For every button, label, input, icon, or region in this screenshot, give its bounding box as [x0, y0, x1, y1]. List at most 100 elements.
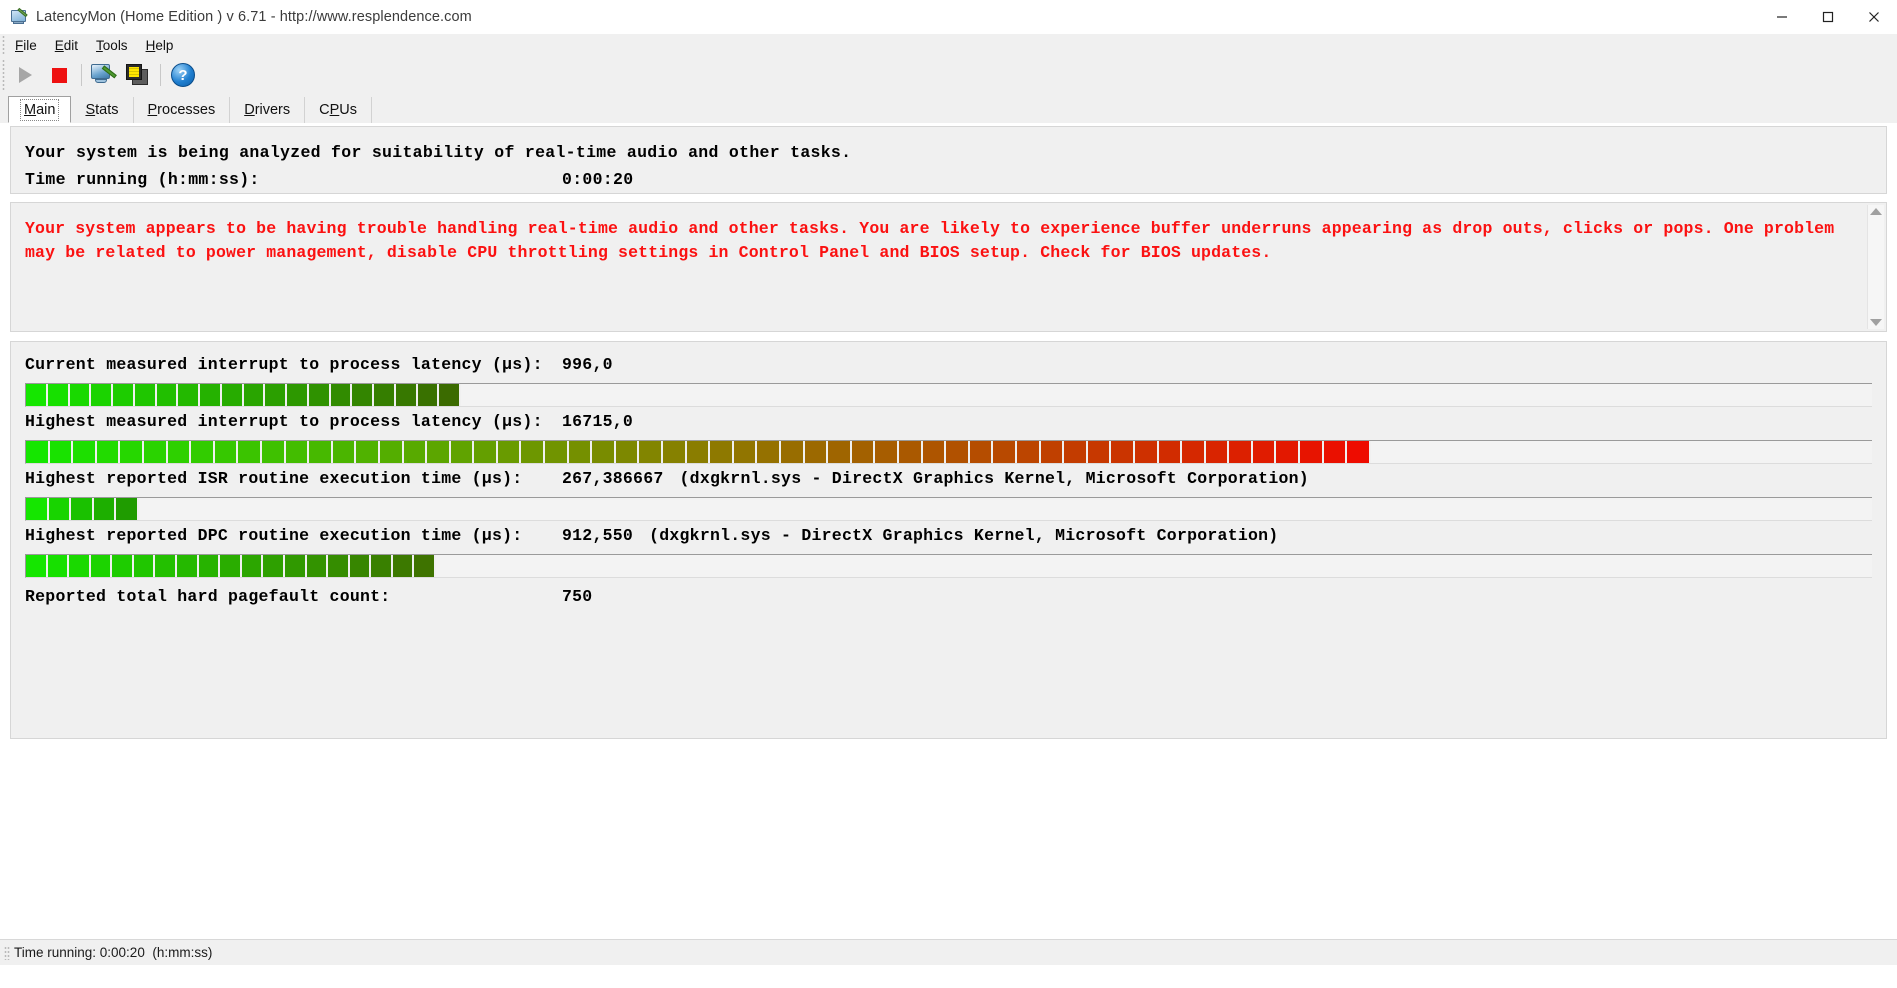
bar-segment	[1323, 441, 1348, 463]
bar-segment	[639, 441, 664, 463]
bar-segment	[332, 441, 357, 463]
window-title-bar: LatencyMon (Home Edition ) v 6.71 - http…	[0, 0, 1897, 34]
bar-segment	[710, 441, 734, 463]
tab-main[interactable]: Main	[8, 96, 72, 123]
menu-item-edit[interactable]: Edit	[46, 36, 87, 55]
bar-segment	[200, 384, 222, 406]
menu-item-file[interactable]: File	[6, 36, 46, 55]
help-button[interactable]: ?	[166, 59, 200, 91]
stop-button[interactable]	[42, 59, 76, 91]
analyze-monitor-icon	[91, 63, 117, 87]
bar-highest-latency	[25, 440, 1872, 464]
metric-highest-latency-value: 16715,0	[562, 412, 634, 431]
time-running-row: Time running (h:mm:ss): 0:00:20	[25, 166, 1872, 193]
bar-segment	[356, 441, 380, 463]
metrics-panel: Current measured interrupt to process la…	[10, 341, 1887, 739]
minimize-icon[interactable]	[1759, 0, 1805, 34]
menu-item-help[interactable]: Help	[137, 36, 183, 55]
bar-current-latency	[25, 383, 1872, 407]
bar-segment	[757, 441, 781, 463]
toolbar: ?	[0, 56, 1897, 94]
tab-main-rest: ain	[36, 101, 56, 118]
bar-segment	[91, 384, 113, 406]
bar-segment	[1040, 441, 1065, 463]
bar-segment	[592, 441, 616, 463]
warning-scrollbar[interactable]	[1867, 205, 1884, 329]
bar-segment	[898, 441, 923, 463]
bar-segment	[875, 441, 899, 463]
menu-bar: File Edit Tools Help	[0, 34, 1897, 56]
bar-current-latency-fill	[26, 384, 461, 406]
window-controls	[1759, 0, 1897, 34]
metric-pagefault-label: Reported total hard pagefault count:	[25, 587, 391, 606]
tab-cpus[interactable]: CPUs	[305, 97, 373, 123]
metric-highest-latency: Highest measured interrupt to process la…	[11, 409, 1886, 464]
bar-segment	[308, 384, 331, 406]
toolbar-separator	[81, 64, 82, 86]
bar-segment	[143, 441, 168, 463]
bar-segment	[946, 441, 970, 463]
tab-cpus-key: P	[329, 102, 340, 118]
stop-icon	[51, 67, 67, 83]
bar-segment	[265, 384, 287, 406]
bar-segment	[220, 555, 242, 577]
bar-segment	[47, 384, 70, 406]
start-button[interactable]	[8, 59, 42, 91]
tab-stats-rest: tats	[95, 102, 119, 118]
bar-segment	[198, 555, 221, 577]
bar-segment	[851, 441, 876, 463]
bar-highest-dpc-fill	[26, 555, 436, 577]
warning-panel: Your system appears to be having trouble…	[10, 202, 1887, 332]
metric-highest-dpc: Highest reported DPC routine execution t…	[11, 523, 1886, 578]
summary-panel: Your system is being analyzed for suitab…	[10, 126, 1887, 194]
latencymon-app-icon	[10, 7, 28, 26]
bar-segment	[26, 498, 49, 520]
bar-segment	[133, 555, 156, 577]
bar-highest-dpc	[25, 554, 1872, 578]
copy-button[interactable]	[121, 59, 155, 91]
bar-segment	[663, 441, 687, 463]
bar-segment	[427, 441, 451, 463]
menu-edit-rest: dit	[63, 37, 79, 53]
main-content: Your system is being analyzed for suitab…	[0, 126, 1897, 965]
bar-segment	[1252, 441, 1277, 463]
metric-highest-latency-label: Highest measured interrupt to process la…	[25, 412, 543, 431]
bar-segment	[134, 384, 157, 406]
bar-segment	[309, 441, 333, 463]
bar-segment	[395, 384, 418, 406]
bar-segment	[48, 498, 72, 520]
bar-segment	[1276, 441, 1301, 463]
menu-item-tools[interactable]: Tools	[87, 36, 137, 55]
bar-segment	[73, 441, 97, 463]
bar-segment	[733, 441, 758, 463]
close-icon[interactable]	[1851, 0, 1897, 34]
bar-segment	[113, 384, 135, 406]
help-question-icon: ?	[171, 63, 195, 87]
play-icon	[18, 67, 32, 83]
tab-processes-key: P	[147, 102, 158, 118]
status-grip-icon	[4, 945, 10, 960]
bar-segment	[243, 384, 266, 406]
tab-drivers[interactable]: Drivers	[230, 97, 306, 123]
bar-highest-latency-fill	[26, 441, 1371, 463]
bar-segment	[71, 498, 94, 520]
metric-highest-isr-label: Highest reported ISR routine execution t…	[25, 469, 523, 488]
scroll-up-arrow-icon[interactable]	[1870, 208, 1882, 215]
bar-segment	[417, 384, 440, 406]
bar-segment	[828, 441, 852, 463]
analyze-button[interactable]	[87, 59, 121, 91]
bar-segment	[1347, 441, 1371, 463]
bar-segment	[284, 555, 307, 577]
bar-segment	[1229, 441, 1253, 463]
bar-segment	[285, 441, 310, 463]
bar-segment	[167, 441, 192, 463]
tab-stats-key: S	[85, 102, 96, 118]
metric-highest-dpc-driver: (dxgkrnl.sys - DirectX Graphics Kernel, …	[649, 526, 1279, 545]
bar-segment	[1158, 441, 1183, 463]
scroll-down-arrow-icon[interactable]	[1870, 319, 1882, 326]
bar-segment	[686, 441, 711, 463]
tab-stats[interactable]: Stats	[71, 97, 134, 123]
warning-text: Your system appears to be having trouble…	[25, 219, 1835, 262]
tab-processes[interactable]: Processes	[134, 97, 231, 123]
maximize-icon[interactable]	[1805, 0, 1851, 34]
